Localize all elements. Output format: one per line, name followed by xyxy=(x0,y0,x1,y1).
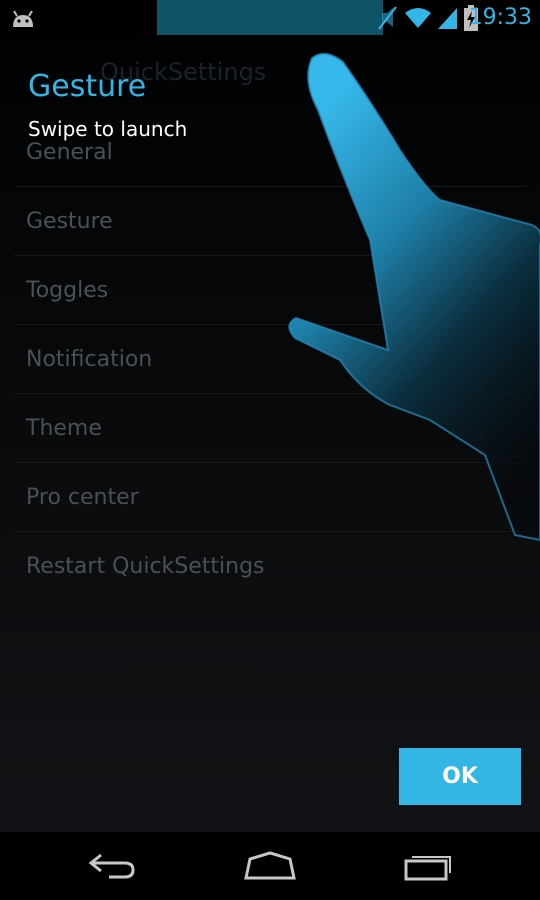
menu-item-pro-center[interactable]: Pro center xyxy=(14,463,526,532)
status-time: 19:33 xyxy=(468,5,532,30)
mute-icon xyxy=(378,6,397,30)
menu-item-gesture[interactable]: Gesture xyxy=(14,187,526,256)
menu-item-toggles[interactable]: Toggles xyxy=(14,256,526,325)
overlay-subtitle: Swipe to launch xyxy=(28,117,188,141)
android-icon xyxy=(13,10,33,27)
menu-item-theme[interactable]: Theme xyxy=(14,394,526,463)
status-bar-highlight xyxy=(157,0,383,35)
overlay-title: Gesture xyxy=(28,69,147,104)
navigation-bar xyxy=(0,832,540,900)
signal-icon xyxy=(438,8,457,29)
back-icon xyxy=(88,853,135,879)
status-bar: 19:33 xyxy=(0,0,540,36)
recents-icon xyxy=(404,856,451,881)
ok-button[interactable]: OK xyxy=(399,748,521,805)
back-button[interactable] xyxy=(72,844,152,888)
recents-button[interactable] xyxy=(388,844,468,888)
wifi-icon xyxy=(405,8,431,28)
home-icon xyxy=(244,851,296,880)
home-button[interactable] xyxy=(230,844,310,888)
settings-menu: General Gesture Toggles Notification The… xyxy=(14,118,526,600)
menu-item-restart[interactable]: Restart QuickSettings xyxy=(14,532,526,600)
settings-screen: QuickSettings General Gesture Toggles No… xyxy=(0,36,540,832)
menu-item-notification[interactable]: Notification xyxy=(14,325,526,394)
